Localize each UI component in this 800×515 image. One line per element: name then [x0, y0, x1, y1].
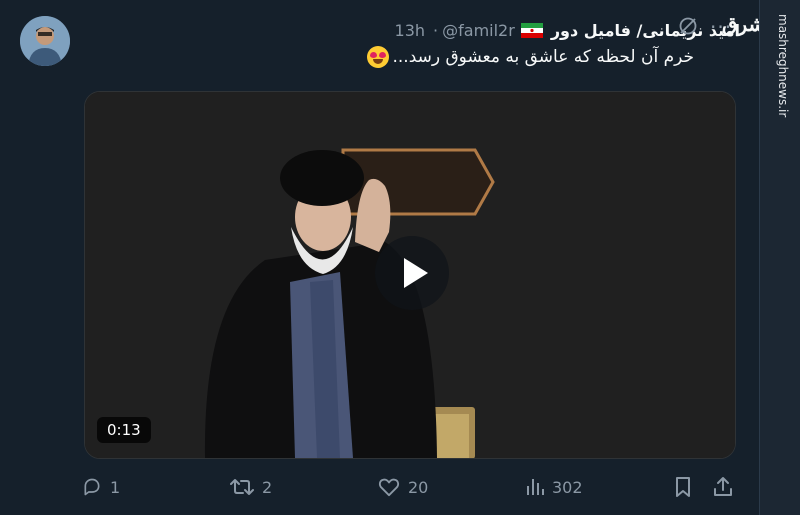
video-duration: 0:13: [97, 417, 151, 443]
reply-button[interactable]: 1: [82, 477, 120, 497]
reply-icon: [84, 478, 100, 496]
share-icon: [714, 477, 732, 496]
repost-icon: [230, 479, 254, 495]
heart-eyes-emoji-icon: [366, 46, 389, 68]
tweet-top-actions: [678, 16, 698, 36]
heart-icon: [378, 478, 400, 497]
more-options-icon[interactable]: ···: [710, 17, 732, 37]
tweet-action-bar: 1 2 20 302: [80, 474, 736, 500]
tweet-text: خرم آن لحظه که عاشق به معشوق رسد...: [54, 46, 694, 68]
like-button[interactable]: 20: [378, 477, 428, 497]
like-count: 20: [408, 477, 429, 497]
separator-dot: ·: [433, 20, 439, 40]
site-watermark: mashreghnews.ir: [776, 14, 790, 118]
repost-count: 2: [262, 477, 273, 497]
user-handle[interactable]: @famil2r: [442, 21, 515, 40]
views-button[interactable]: 302: [526, 477, 583, 497]
timestamp[interactable]: 13h: [395, 21, 426, 40]
bookmark-icon: [676, 477, 690, 497]
video-player[interactable]: 0:13: [84, 91, 736, 459]
side-strip: mashreghnews.ir: [759, 0, 800, 515]
grok-icon[interactable]: [678, 16, 698, 36]
tweet-header: امید نریمانی/ فامیل دور @famil2r · 13h: [80, 18, 740, 42]
reply-count: 1: [110, 477, 121, 497]
share-button[interactable]: [712, 476, 742, 498]
repost-button[interactable]: 2: [230, 477, 272, 497]
bookmark-button[interactable]: [674, 476, 700, 498]
views-chart-icon: [527, 479, 544, 495]
views-count: 302: [552, 477, 583, 497]
iran-flag-icon: [520, 22, 543, 38]
tweet-text-content: خرم آن لحظه که عاشق به معشوق رسد...: [392, 47, 695, 67]
tweet-card[interactable]: امید نریمانی/ فامیل دور @famil2r · 13h م…: [0, 0, 777, 515]
play-button[interactable]: [375, 236, 449, 310]
